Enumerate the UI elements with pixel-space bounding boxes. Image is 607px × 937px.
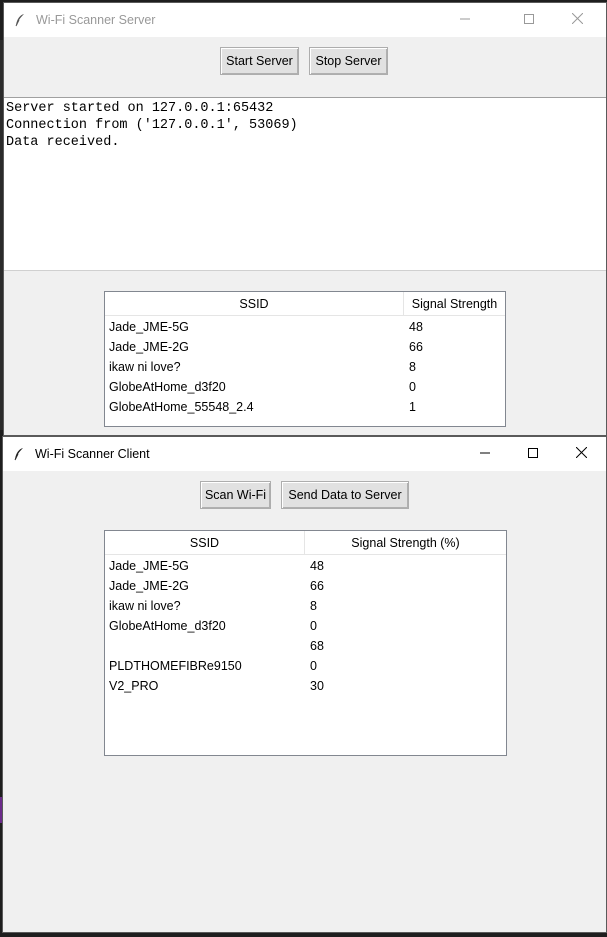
table-row[interactable]: GlobeAtHome_d3f20 0 <box>105 616 506 636</box>
server-window: Wi-Fi Scanner Server Start Server Stop S… <box>3 2 607 436</box>
client-window: Wi-Fi Scanner Client Scan Wi-Fi Send Dat… <box>2 436 607 933</box>
table-row[interactable]: Jade_JME-2G 66 <box>105 337 505 357</box>
server-log-textarea[interactable]: Server started on 127.0.0.1:65432 Connect… <box>4 97 606 271</box>
table-row[interactable]: 68 <box>105 636 506 656</box>
table-header: SSID Signal Strength <box>105 292 505 316</box>
table-row[interactable]: ikaw ni love? 8 <box>105 596 506 616</box>
table-row[interactable]: GlobeAtHome_d3f20 0 <box>105 377 505 397</box>
cell-signal: 0 <box>310 659 317 673</box>
cell-ssid: Jade_JME-2G <box>109 340 189 354</box>
server-window-title: Wi-Fi Scanner Server <box>36 13 156 27</box>
column-header-ssid[interactable]: SSID <box>105 292 404 316</box>
start-server-button[interactable]: Start Server <box>220 47 299 75</box>
close-button[interactable] <box>558 437 604 471</box>
client-window-title: Wi-Fi Scanner Client <box>35 447 150 461</box>
client-wifi-table[interactable]: SSID Signal Strength (%) Jade_JME-5G 48 J… <box>104 530 507 756</box>
log-line: Connection from ('127.0.0.1', 53069) <box>6 118 298 133</box>
stop-server-button[interactable]: Stop Server <box>309 47 388 75</box>
minimize-button[interactable] <box>442 3 488 37</box>
maximize-button[interactable] <box>510 437 556 471</box>
scan-wifi-button[interactable]: Scan Wi-Fi <box>200 481 271 509</box>
maximize-icon <box>524 13 534 27</box>
column-header-signal[interactable]: Signal Strength (%) <box>305 531 506 555</box>
table-row[interactable]: V2_PRO 30 <box>105 676 506 696</box>
log-line: Server started on 127.0.0.1:65432 <box>6 101 274 116</box>
table-row[interactable]: GlobeAtHome_55548_2.4 1 <box>105 397 505 417</box>
cell-ssid: GlobeAtHome_d3f20 <box>109 619 226 633</box>
feather-icon <box>12 447 26 461</box>
desktop: Wi-Fi Scanner Server Start Server Stop S… <box>0 0 607 937</box>
cell-signal: 68 <box>310 639 324 653</box>
server-wifi-table[interactable]: SSID Signal Strength Jade_JME-5G 48 Jade_… <box>104 291 506 427</box>
cell-ssid: V2_PRO <box>109 679 159 693</box>
log-line: Data received. <box>6 135 120 150</box>
table-row[interactable]: ikaw ni love? 8 <box>105 357 505 377</box>
table-row[interactable]: PLDTHOMEFIBRe9150 0 <box>105 656 506 676</box>
maximize-button[interactable] <box>506 3 552 37</box>
table-row[interactable]: Jade_JME-5G 48 <box>105 317 505 337</box>
cell-signal: 8 <box>310 599 317 613</box>
column-header-ssid[interactable]: SSID <box>105 531 305 555</box>
table-row[interactable]: Jade_JME-2G 66 <box>105 576 506 596</box>
cell-signal: 66 <box>310 579 324 593</box>
cell-signal: 1 <box>409 400 416 414</box>
cell-signal: 66 <box>409 340 423 354</box>
maximize-icon <box>528 447 538 461</box>
minimize-icon <box>460 13 470 27</box>
send-data-button[interactable]: Send Data to Server <box>281 481 409 509</box>
cell-signal: 0 <box>409 380 416 394</box>
cell-ssid: GlobeAtHome_d3f20 <box>109 380 226 394</box>
server-titlebar[interactable]: Wi-Fi Scanner Server <box>4 3 606 37</box>
cell-ssid: Jade_JME-5G <box>109 320 189 334</box>
cell-ssid: PLDTHOMEFIBRe9150 <box>109 659 242 673</box>
cell-signal: 48 <box>310 559 324 573</box>
cell-signal: 0 <box>310 619 317 633</box>
table-row[interactable]: Jade_JME-5G 48 <box>105 556 506 576</box>
cell-signal: 8 <box>409 360 416 374</box>
cell-signal: 48 <box>409 320 423 334</box>
cell-ssid: ikaw ni love? <box>109 599 181 613</box>
table-header: SSID Signal Strength (%) <box>105 531 506 555</box>
close-button[interactable] <box>554 3 600 37</box>
cell-ssid: ikaw ni love? <box>109 360 181 374</box>
minimize-icon <box>480 447 490 461</box>
close-icon <box>571 12 583 27</box>
column-header-signal[interactable]: Signal Strength <box>404 292 505 316</box>
minimize-button[interactable] <box>462 437 508 471</box>
cell-ssid: GlobeAtHome_55548_2.4 <box>109 400 254 414</box>
feather-icon <box>13 13 27 27</box>
cell-ssid: Jade_JME-5G <box>109 559 189 573</box>
close-icon <box>575 446 587 461</box>
cell-signal: 30 <box>310 679 324 693</box>
cell-ssid: Jade_JME-2G <box>109 579 189 593</box>
client-titlebar[interactable]: Wi-Fi Scanner Client <box>3 437 606 471</box>
